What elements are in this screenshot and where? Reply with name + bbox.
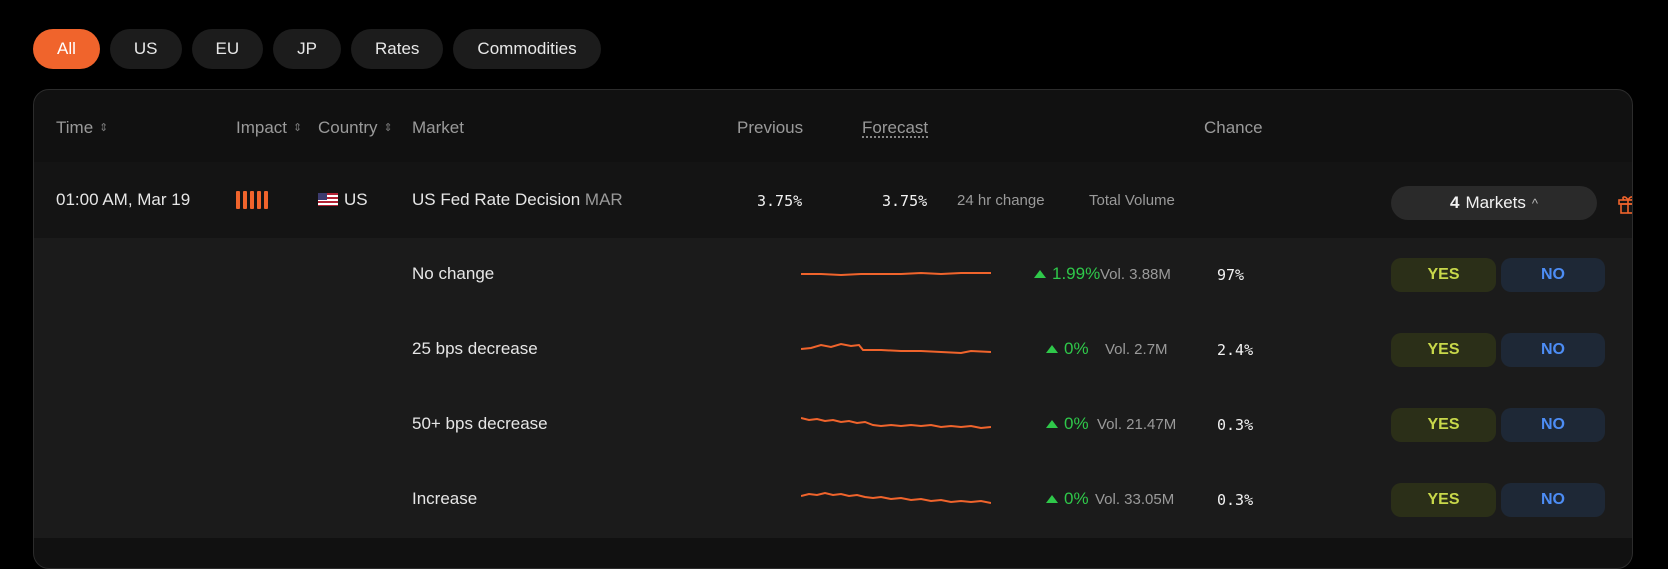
col-impact[interactable]: Impact ⇕: [236, 118, 302, 138]
filter-jp[interactable]: JP: [273, 29, 341, 69]
outcome-volume: Vol. 33.05M: [1095, 491, 1175, 508]
sort-icon: ⇕: [99, 121, 109, 134]
filter-rates[interactable]: Rates: [351, 29, 444, 69]
no-button[interactable]: NO: [1501, 258, 1605, 292]
col-time[interactable]: Time ⇕: [56, 118, 108, 138]
yes-button[interactable]: YES: [1391, 258, 1496, 292]
outcome-name: No change: [412, 264, 495, 283]
event-row[interactable]: 01:00 AM, Mar 19 US US Fed Rate Decision…: [34, 162, 1632, 238]
change-value: 0%: [1064, 489, 1089, 508]
event-country: US: [318, 190, 368, 210]
arrow-up-icon: [1046, 420, 1058, 428]
markets-label: Markets: [1465, 193, 1526, 212]
outcome-volume: Vol. 2.7M: [1105, 341, 1168, 358]
col-market-label: Market: [412, 118, 464, 137]
col-forecast-label: Forecast: [862, 118, 929, 137]
outcome-row[interactable]: 50+ bps decrease 0% Vol. 21.47M 0.3% YES…: [34, 388, 1632, 463]
yes-button[interactable]: YES: [1391, 483, 1496, 517]
col-forecast[interactable]: Forecast: [862, 118, 928, 138]
outcome-name: 50+ bps decrease: [412, 414, 548, 433]
event-previous: 3.75%: [757, 192, 803, 210]
outcome-name: 25 bps decrease: [412, 339, 538, 358]
change-value: 0%: [1064, 339, 1089, 358]
outcome-chance: 0.3%: [1217, 491, 1254, 509]
sparkline: [801, 491, 991, 504]
col-chance: Chance: [1204, 118, 1263, 138]
filter-eu[interactable]: EU: [191, 29, 264, 69]
sparkline: [801, 417, 991, 430]
sort-icon: ⇕: [383, 121, 393, 134]
yes-button[interactable]: YES: [1391, 408, 1496, 442]
no-button[interactable]: NO: [1501, 333, 1605, 367]
outcome-name: Increase: [412, 489, 478, 508]
country-label: US: [344, 190, 368, 209]
impact-indicator: [236, 191, 268, 209]
outcome-row[interactable]: Increase 0% Vol. 33.05M 0.3% YES NO: [34, 463, 1632, 538]
col-chance-label: Chance: [1204, 118, 1263, 137]
sparkline: [801, 342, 991, 355]
col-previous-label: Previous: [737, 118, 804, 137]
no-button[interactable]: NO: [1501, 483, 1605, 517]
outcome-volume: Vol. 21.47M: [1097, 416, 1177, 433]
outcome-chance: 97%: [1217, 266, 1245, 284]
filter-bar: All US EU JP Rates Commodities: [33, 29, 601, 69]
outcome-change: 0%: [1046, 339, 1089, 359]
event-time: 01:00 AM, Mar 19: [56, 190, 191, 209]
col-previous: Previous: [737, 118, 803, 138]
market-name: US Fed Rate Decision: [412, 190, 581, 209]
filter-all[interactable]: All: [33, 29, 100, 69]
markets-toggle-button[interactable]: 4 Markets ^: [1391, 186, 1597, 220]
calendar-table: Time ⇕ Impact ⇕ Country ⇕ Market Previou…: [33, 89, 1633, 569]
yes-button[interactable]: YES: [1391, 333, 1496, 367]
us-flag-icon: [318, 193, 338, 206]
col-time-label: Time: [56, 118, 94, 137]
chevron-up-icon: ^: [1531, 195, 1539, 211]
filter-us[interactable]: US: [109, 29, 182, 69]
markets-count: 4: [1449, 193, 1460, 212]
sparkline: [801, 271, 991, 277]
change-header: 24 hr change: [957, 192, 1045, 209]
outcome-chance: 2.4%: [1217, 341, 1254, 359]
change-value: 1.99%: [1052, 264, 1101, 283]
col-country-label: Country: [318, 118, 378, 137]
filter-commodities[interactable]: Commodities: [453, 29, 601, 69]
volume-header: Total Volume: [1089, 192, 1175, 209]
event-forecast: 3.75%: [882, 192, 928, 210]
outcome-change: 0%: [1046, 489, 1089, 509]
no-button[interactable]: NO: [1501, 408, 1605, 442]
outcome-list: No change 1.99% Vol. 3.88M 97% YES NO 25…: [34, 238, 1632, 538]
arrow-up-icon: [1046, 345, 1058, 353]
event-market[interactable]: US Fed Rate Decision MAR: [412, 190, 623, 210]
outcome-row[interactable]: 25 bps decrease 0% Vol. 2.7M 2.4% YES NO: [34, 313, 1632, 388]
outcome-change: 1.99%: [1034, 264, 1100, 284]
table-header: Time ⇕ Impact ⇕ Country ⇕ Market Previou…: [34, 90, 1632, 162]
outcome-chance: 0.3%: [1217, 416, 1254, 434]
col-impact-label: Impact: [236, 118, 288, 137]
col-market: Market: [412, 118, 464, 138]
change-value: 0%: [1064, 414, 1089, 433]
gift-icon[interactable]: [1617, 193, 1633, 215]
outcome-row[interactable]: No change 1.99% Vol. 3.88M 97% YES NO: [34, 238, 1632, 313]
arrow-up-icon: [1046, 495, 1058, 503]
sort-icon: ⇕: [293, 121, 303, 134]
arrow-up-icon: [1034, 270, 1046, 278]
outcome-volume: Vol. 3.88M: [1100, 266, 1171, 283]
outcome-change: 0%: [1046, 414, 1089, 434]
col-country[interactable]: Country ⇕: [318, 118, 393, 138]
market-tag: MAR: [584, 190, 623, 209]
